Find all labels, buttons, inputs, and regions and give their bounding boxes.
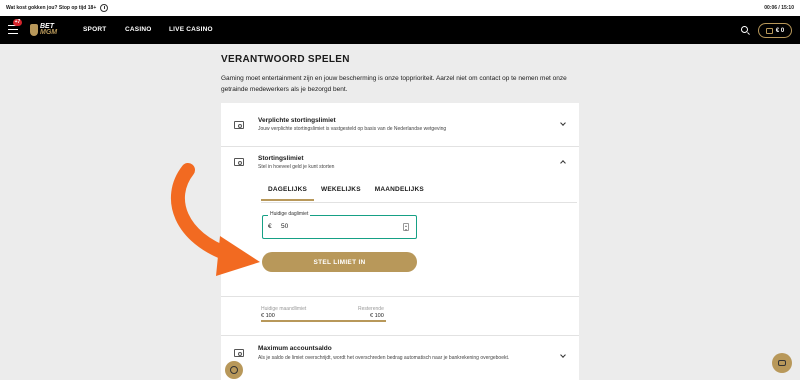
betmgm-logo[interactable]: BET MGM	[30, 22, 66, 38]
chevron-down-icon[interactable]	[560, 120, 566, 126]
wallet-icon	[765, 27, 773, 34]
divider	[221, 335, 579, 336]
notification-badge[interactable]: +7	[13, 19, 22, 26]
daily-limit-label: Huidige daglimiet	[268, 211, 311, 217]
responsible-gaming-bar: Wat kost gokken jou? Stop op tijd 18+ 00…	[0, 0, 800, 16]
mandatory-limit-subtitle: Jouw verplichte stortingslimiet is vastg…	[258, 126, 447, 132]
chevron-up-icon[interactable]	[560, 160, 566, 166]
money-icon	[234, 121, 244, 129]
nav-live-casino[interactable]: LIVE CASINO	[169, 26, 213, 33]
remaining-label: Resterende	[358, 306, 384, 312]
daily-limit-value[interactable]: 50	[281, 223, 288, 230]
max-balance-subtitle: Als je saldo de limiet overschrijdt, wor…	[258, 355, 510, 361]
chat-icon	[778, 360, 786, 366]
limit-progress-bar	[261, 320, 386, 322]
info-button[interactable]	[225, 361, 243, 379]
page-title: VERANTWOORD SPELEN	[221, 54, 350, 65]
balance-button[interactable]: € 0	[758, 23, 792, 38]
remaining-value: € 100	[370, 313, 384, 319]
mandatory-limit-title: Verplichte stortingslimiet	[258, 117, 336, 124]
search-icon[interactable]	[741, 26, 748, 33]
nav-casino[interactable]: CASINO	[125, 26, 151, 33]
chevron-down-icon[interactable]	[560, 352, 566, 358]
chat-button[interactable]	[772, 353, 792, 373]
responsible-gaming-message: Wat kost gokken jou? Stop op tijd 18+	[6, 5, 97, 11]
intro-text: Gaming moet entertainment zijn en jouw b…	[221, 75, 567, 93]
wallet-icon	[234, 349, 244, 357]
clock-icon[interactable]	[100, 4, 109, 12]
top-navigation: +7 BET MGM SPORT CASINO LIVE CASINO € 0	[0, 16, 800, 44]
set-limit-button[interactable]: STEL LIMIET IN	[262, 252, 417, 272]
tab-weekly[interactable]: WEKELIJKS	[314, 186, 368, 201]
logo-text-mgm: MGM	[40, 29, 58, 36]
monthly-limit-value: € 100	[261, 313, 275, 319]
balance-amount: € 0	[775, 27, 785, 34]
menu-icon[interactable]	[8, 25, 18, 34]
session-timer: 00:06 / 15:10	[764, 5, 794, 11]
lion-logo-icon	[30, 24, 38, 36]
annotation-arrow-icon	[171, 163, 260, 276]
monthly-limit-label: Huidige maandlimiet	[261, 306, 307, 312]
nav-sport[interactable]: SPORT	[83, 26, 106, 33]
period-tabs: DAGELIJKS WEKELIJKS MAANDELIJKS	[261, 186, 431, 201]
deposit-limit-subtitle: Stel in hoeveel geld je kunt storten	[258, 164, 335, 170]
quantity-stepper[interactable]: ▲ ▼	[403, 223, 409, 232]
info-icon	[230, 366, 238, 374]
divider	[221, 296, 579, 297]
max-balance-title: Maximum accountsaldo	[258, 345, 332, 352]
divider	[221, 146, 579, 147]
limits-card: Verplichte stortingslimiet Jouw verplich…	[221, 103, 579, 380]
tabs-underline	[261, 202, 577, 203]
tab-monthly[interactable]: MAANDELIJKS	[368, 186, 431, 201]
